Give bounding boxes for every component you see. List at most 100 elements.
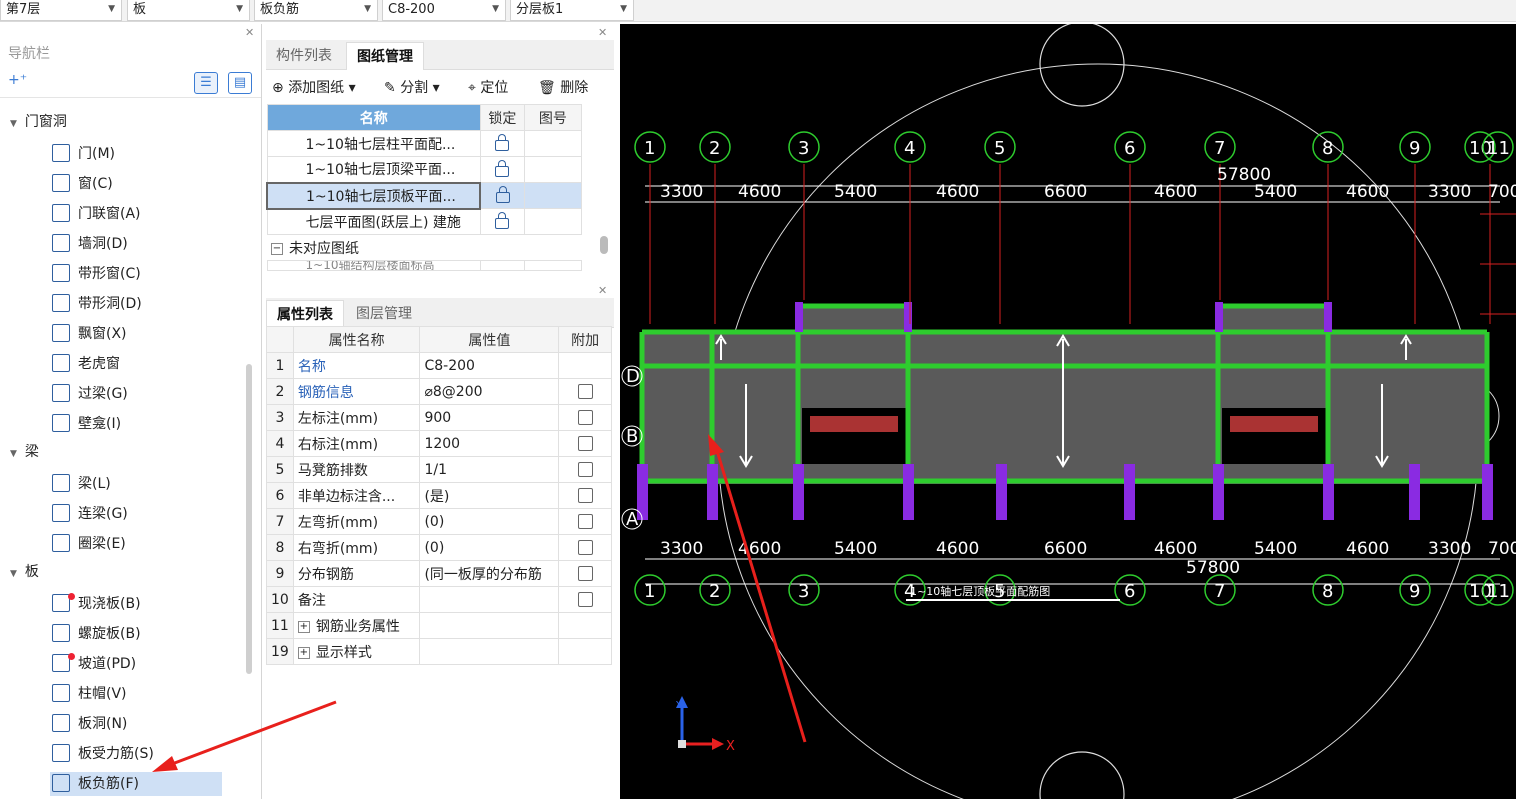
nav-item[interactable]: 现浇板(B) (52, 592, 141, 616)
add-sparkle-icon[interactable]: +⁺ (8, 72, 27, 88)
tab-layer-manager[interactable]: 图层管理 (346, 300, 422, 328)
table-row[interactable]: 5 马凳筋排数 1/1 (266, 456, 612, 483)
cad-canvas[interactable]: 1 2 3 4 5 6 7 8 9 10 11 1 2 3 4 5 6 7 8 9 10 11 D B A 57800 … (620, 24, 1516, 799)
nav-item[interactable]: 带形窗(C) (52, 262, 141, 286)
nav-item[interactable]: 过梁(G) (52, 382, 128, 406)
close-icon[interactable]: ✕ (598, 284, 607, 297)
extra-checkbox[interactable] (577, 488, 593, 503)
table-row[interactable]: 7 左弯折(mm) (0) (266, 508, 612, 535)
extra-checkbox[interactable] (577, 462, 593, 477)
prop-value[interactable]: ⌀8@200 (419, 378, 560, 405)
table-row[interactable]: 11 + 钢筋业务属性 (266, 612, 612, 639)
extra-checkbox[interactable] (577, 436, 593, 451)
locate-button[interactable]: ⌖ 定位 (468, 77, 508, 97)
nav-item[interactable]: 板负筋(F) (50, 772, 222, 796)
component-select[interactable]: C8-200 ▼ (382, 0, 506, 21)
extra-checkbox[interactable] (577, 384, 593, 399)
nav-item[interactable]: 螺旋板(B) (52, 622, 141, 646)
table-row[interactable]: 8 右弯折(mm) (0) (266, 534, 612, 561)
row-index: 3 (266, 404, 294, 431)
prop-value[interactable] (419, 586, 560, 613)
prop-value[interactable]: (同一板厚的分布筋 (419, 560, 560, 587)
list-view-icon[interactable]: ☰ (194, 72, 218, 94)
lock-icon[interactable] (495, 211, 510, 229)
table-row[interactable]: 6 非单边标注含... (是) (266, 482, 612, 509)
prop-value[interactable] (419, 612, 560, 639)
category-select[interactable]: 板 ▼ (127, 0, 250, 21)
nav-item[interactable]: 窗(C) (52, 172, 113, 196)
table-row[interactable]: 19 + 显示样式 (266, 638, 612, 665)
collapse-icon[interactable]: − (271, 242, 283, 255)
prop-value[interactable] (419, 638, 560, 665)
table-row[interactable]: 2 钢筋信息 ⌀8@200 (266, 378, 612, 405)
extra-checkbox[interactable] (577, 514, 593, 529)
layer-select[interactable]: 分层板1 ▼ (510, 0, 634, 21)
prop-value[interactable]: (是) (419, 482, 560, 509)
detail-view-icon[interactable]: ▤ (228, 72, 252, 94)
extra-checkbox[interactable] (577, 410, 593, 425)
component-icon (52, 593, 75, 612)
nav-item[interactable]: 壁龛(I) (52, 412, 121, 436)
table-row[interactable]: 9 分布钢筋 (同一板厚的分布筋 (266, 560, 612, 587)
nav-item[interactable]: 连梁(G) (52, 502, 128, 526)
tab-property-list[interactable]: 属性列表 (266, 300, 344, 328)
lock-icon[interactable] (495, 133, 510, 151)
table-row[interactable]: 1~10轴结构层楼面标高 (266, 260, 583, 271)
nav-item[interactable]: 板受力筋(S) (52, 742, 154, 766)
table-row[interactable]: 1~10轴七层顶梁平面... (266, 156, 583, 183)
nav-item[interactable]: 门(M) (52, 142, 115, 166)
expand-icon[interactable]: ▼ (10, 449, 17, 459)
prop-value[interactable]: C8-200 (419, 352, 560, 379)
axis-number: 8 (1322, 138, 1333, 159)
nav-item[interactable]: 圈梁(E) (52, 532, 126, 556)
extra-checkbox[interactable] (577, 540, 593, 555)
expand-icon[interactable]: ▼ (10, 119, 17, 129)
tab-component-list[interactable]: 构件列表 (266, 42, 342, 70)
nav-item[interactable]: 坡道(PD) (52, 652, 136, 676)
table-row[interactable]: 1~10轴七层柱平面配... (266, 130, 583, 157)
prop-value[interactable]: 1/1 (419, 456, 560, 483)
split-button[interactable]: ✎ 分割 ▾ (384, 77, 440, 97)
prop-value[interactable]: (0) (419, 508, 560, 535)
close-icon[interactable]: ✕ (598, 26, 607, 39)
expand-icon[interactable]: ▼ (10, 569, 17, 579)
nav-item[interactable]: 老虎窗 (52, 352, 120, 376)
expand-icon[interactable]: + (297, 620, 310, 633)
table-row[interactable]: 3 左标注(mm) 900 (266, 404, 612, 431)
nav-item[interactable]: 门联窗(A) (52, 202, 141, 226)
floor-select[interactable]: 第7层 ▼ (0, 0, 122, 21)
expand-icon[interactable]: + (297, 646, 310, 659)
table-row[interactable]: 4 右标注(mm) 1200 (266, 430, 612, 457)
nav-item[interactable]: 飘窗(X) (52, 322, 127, 346)
nav-item[interactable]: 板洞(N) (52, 712, 127, 736)
extra-checkbox[interactable] (577, 566, 593, 581)
table-row[interactable]: 1~10轴七层顶板平面... (265, 181, 583, 210)
type-select[interactable]: 板负筋 ▼ (254, 0, 378, 21)
nav-item[interactable]: 墙洞(D) (52, 232, 128, 256)
lock-icon[interactable] (495, 159, 510, 177)
table-row[interactable]: 1 名称 C8-200 (266, 352, 612, 379)
prop-value[interactable]: 1200 (419, 430, 560, 457)
prop-value[interactable]: 900 (419, 404, 560, 431)
nav-item[interactable]: 梁(L) (52, 472, 111, 496)
nav-group[interactable]: ▼ 梁 (10, 441, 39, 461)
prop-value[interactable]: (0) (419, 534, 560, 561)
unmatched-group[interactable]: − 未对应图纸 (267, 235, 582, 261)
nav-scrollbar[interactable] (246, 364, 252, 674)
table-row[interactable]: 七层平面图(跃层上) 建施 (266, 208, 583, 235)
nav-item[interactable]: 柱帽(V) (52, 682, 127, 706)
nav-group[interactable]: ▼ 门窗洞 (10, 111, 67, 131)
lock-icon[interactable] (495, 185, 510, 203)
add-drawing-button[interactable]: ⊕ 添加图纸 ▾ (272, 77, 356, 97)
nav-group[interactable]: ▼ 板 (10, 561, 39, 581)
top-selector-bar: 第7层 ▼ 板 ▼ 板负筋 ▼ C8-200 ▼ 分层板1 ▼ (0, 0, 1516, 22)
nav-item-label: 螺旋板(B) (78, 626, 141, 642)
table-row[interactable]: 10 备注 (266, 586, 612, 613)
tab-drawing-manager[interactable]: 图纸管理 (346, 42, 424, 70)
delete-button[interactable]: 🗑 删除 (538, 77, 588, 97)
close-icon[interactable]: ✕ (245, 26, 254, 39)
chevron-down-icon: ▼ (492, 4, 499, 14)
drawing-scrollbar[interactable] (600, 236, 608, 254)
nav-item[interactable]: 带形洞(D) (52, 292, 142, 316)
extra-checkbox[interactable] (577, 592, 593, 607)
